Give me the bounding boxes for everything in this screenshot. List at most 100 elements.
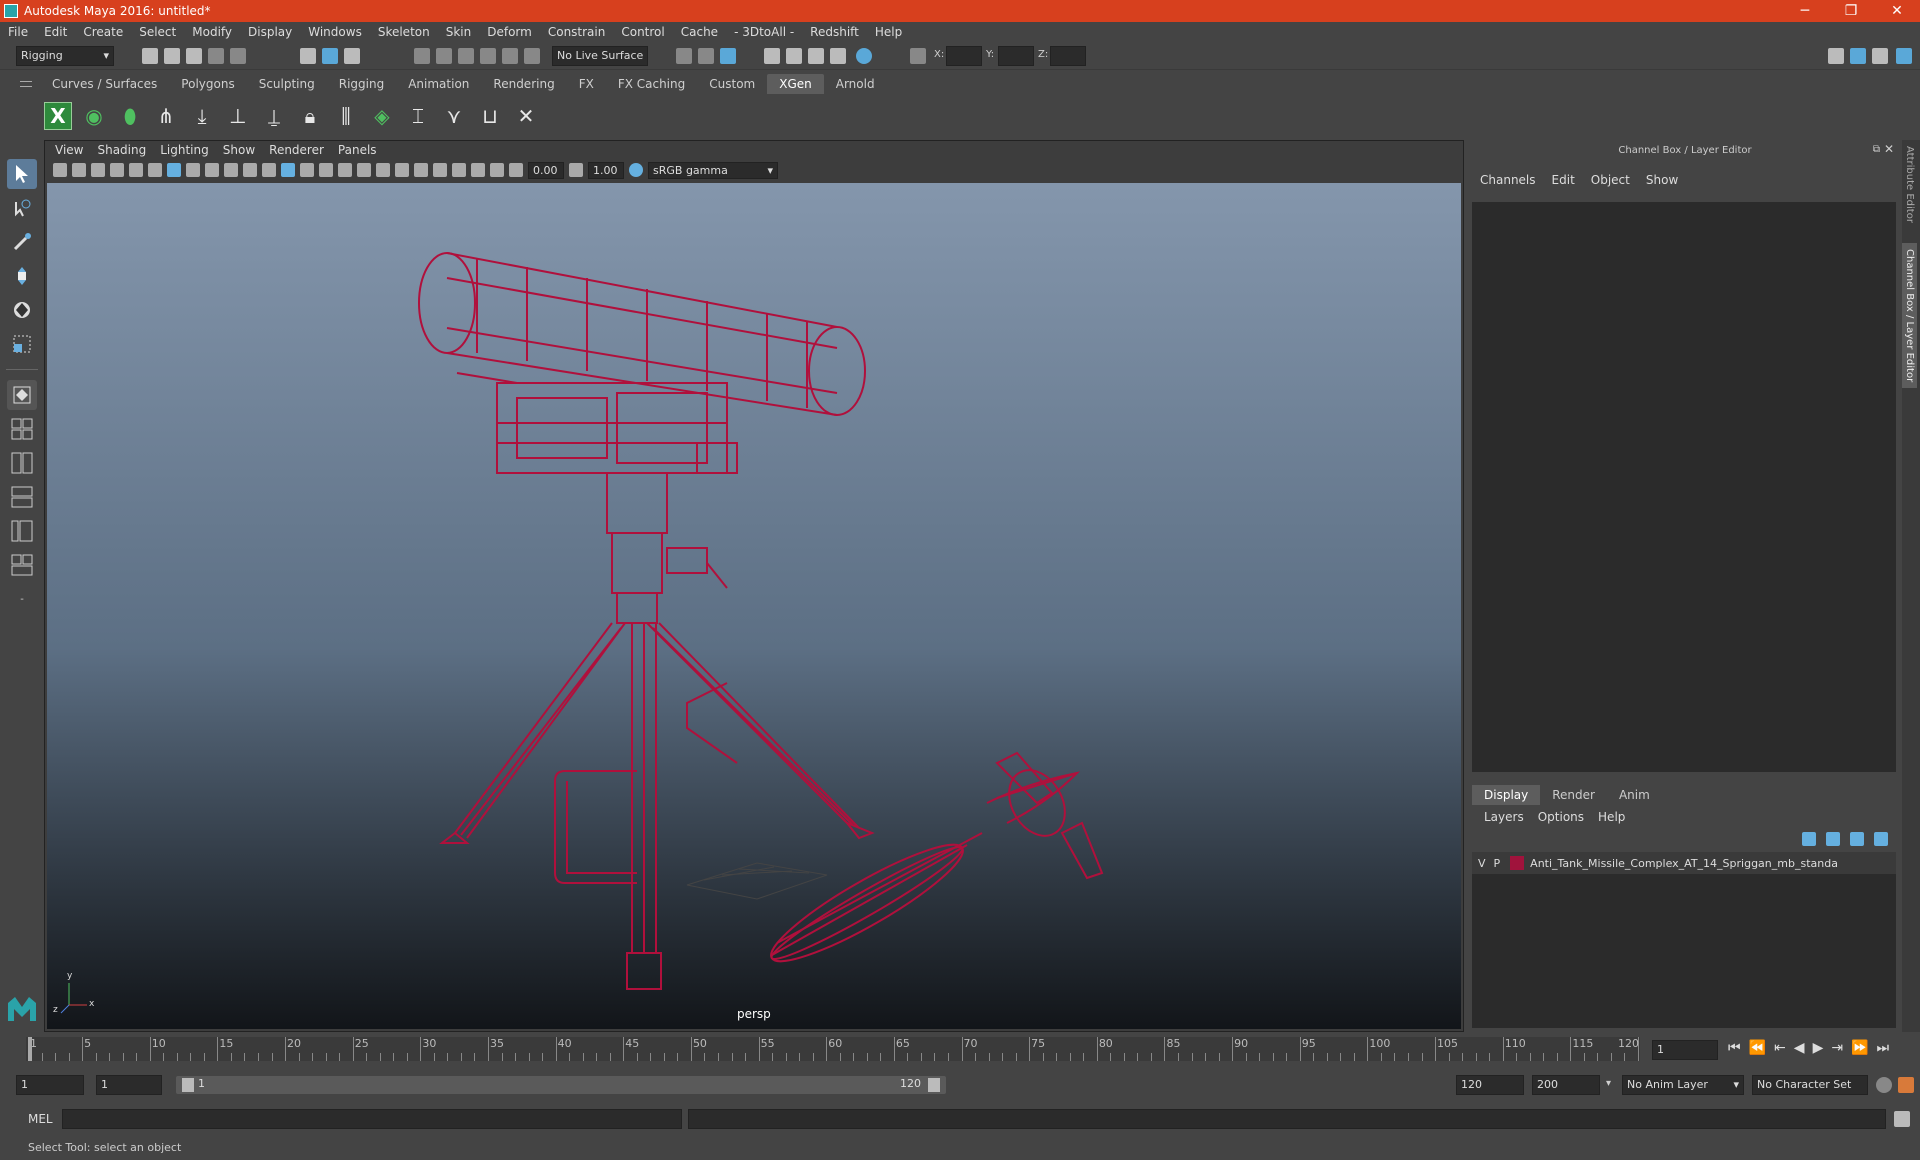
persp-graph-layout-icon[interactable] [7, 482, 37, 512]
xgen-editor-icon[interactable]: X [44, 102, 72, 130]
3d-viewport[interactable]: y x z persp [47, 183, 1461, 1029]
render-settings-icon[interactable] [830, 48, 846, 64]
menu-skeleton[interactable]: Skeleton [378, 25, 430, 39]
toolbox-collapse-icon[interactable]: - [7, 584, 37, 614]
shelf-tab-curves-surfaces[interactable]: Curves / Surfaces [40, 74, 169, 94]
attribute-editor-toggle-icon[interactable] [1850, 48, 1866, 64]
menuset-dropdown[interactable]: Rigging ▾ [16, 46, 114, 66]
tool-settings-icon[interactable] [1872, 48, 1888, 64]
select-object-icon[interactable] [322, 48, 338, 64]
play-forward-icon[interactable]: ▶ [1813, 1040, 1824, 1056]
film-gate-icon[interactable] [186, 163, 200, 177]
interactive-groom-icon[interactable]: ⋔ [152, 102, 180, 130]
exposure-icon[interactable] [509, 163, 523, 177]
save-scene-icon[interactable] [186, 48, 202, 64]
select-component-icon[interactable] [344, 48, 360, 64]
shelf-menu-icon[interactable] [20, 78, 32, 90]
new-empty-layer-icon[interactable] [1850, 832, 1864, 846]
layer-color-swatch[interactable] [1510, 856, 1525, 870]
snap-grid-icon[interactable] [414, 48, 430, 64]
hud-icon[interactable] [490, 163, 504, 177]
exposure-field[interactable]: 0.00 [528, 161, 564, 179]
step-forward-key-icon[interactable]: ⇥ [1831, 1040, 1843, 1056]
layer-row[interactable]: V P Anti_Tank_Missile_Complex_AT_14_Spri… [1472, 852, 1896, 874]
ambient-occlusion-icon[interactable] [433, 163, 447, 177]
groom-select-icon[interactable]: ⍊ [260, 102, 288, 130]
minimize-button[interactable]: ─ [1782, 3, 1828, 19]
textured-icon[interactable] [338, 163, 352, 177]
range-start-handle[interactable] [182, 1078, 194, 1092]
menu-modify[interactable]: Modify [192, 25, 232, 39]
layer-menu-layers[interactable]: Layers [1484, 810, 1524, 824]
single-view-layout-icon[interactable] [7, 380, 37, 410]
range-end-handle[interactable] [928, 1078, 940, 1092]
panel-menu-renderer[interactable]: Renderer [269, 143, 324, 157]
menu-skin[interactable]: Skin [446, 25, 472, 39]
shelf-tab-fx-caching[interactable]: FX Caching [606, 74, 697, 94]
range-slider[interactable]: 1 120 [176, 1076, 946, 1094]
redo-icon[interactable] [230, 48, 246, 64]
four-view-layout-icon[interactable] [7, 414, 37, 444]
camera-attributes-icon[interactable] [72, 163, 86, 177]
hypershade-layout-icon[interactable] [7, 550, 37, 580]
close-panel-icon[interactable]: ✕ [1884, 142, 1894, 156]
grid-icon[interactable] [167, 163, 181, 177]
panel-menu-panels[interactable]: Panels [338, 143, 377, 157]
scale-tool-icon[interactable] [7, 329, 37, 359]
smooth-shade-icon[interactable] [300, 163, 314, 177]
menu-help[interactable]: Help [875, 25, 902, 39]
menu-display[interactable]: Display [248, 25, 292, 39]
rotate-tool-icon[interactable] [7, 295, 37, 325]
paint-select-tool-icon[interactable] [7, 227, 37, 257]
animation-preferences-icon[interactable] [1898, 1077, 1914, 1093]
shadows-icon[interactable] [376, 163, 390, 177]
menu-constrain[interactable]: Constrain [548, 25, 606, 39]
channel-box-toggle-icon[interactable] [1896, 48, 1912, 64]
input-ops-icon[interactable] [676, 48, 692, 64]
snap-magnet-icon[interactable] [524, 48, 540, 64]
character-set-dropdown[interactable]: No Character Set [1752, 1075, 1868, 1095]
snap-curve-icon[interactable] [436, 48, 452, 64]
new-scene-icon[interactable] [142, 48, 158, 64]
attribute-editor-tab[interactable]: Attribute Editor [1902, 140, 1917, 229]
menu-control[interactable]: Control [621, 25, 664, 39]
render-view-icon[interactable] [764, 48, 780, 64]
groom-grab-icon[interactable]: ⋎ [440, 102, 468, 130]
y-coord-field[interactable] [998, 46, 1034, 66]
render-frame-icon[interactable] [786, 48, 802, 64]
shelf-tab-sculpting[interactable]: Sculpting [247, 74, 327, 94]
live-surface-field[interactable]: No Live Surface [552, 46, 648, 66]
camera-select-icon[interactable] [53, 163, 67, 177]
bookmark-icon[interactable] [91, 163, 105, 177]
move-layer-down-icon[interactable] [1826, 832, 1840, 846]
script-editor-icon[interactable] [1894, 1111, 1910, 1127]
snap-point-icon[interactable] [458, 48, 474, 64]
close-button[interactable]: ✕ [1874, 3, 1920, 19]
select-hierarchy-icon[interactable] [300, 48, 316, 64]
chevron-down-icon[interactable]: ▾ [1606, 1078, 1611, 1089]
menu-file[interactable]: File [8, 25, 28, 39]
lasso-tool-icon[interactable] [7, 193, 37, 223]
channel-box-body[interactable] [1472, 202, 1896, 772]
wireframe-on-shaded-icon[interactable] [319, 163, 333, 177]
groom-add-icon[interactable]: ⊥ [224, 102, 252, 130]
restore-button[interactable]: ❐ [1828, 3, 1874, 19]
cb-menu-object[interactable]: Object [1591, 173, 1630, 187]
go-to-end-icon[interactable]: ⏭ [1877, 1040, 1890, 1056]
color-space-dropdown[interactable]: sRGB gamma ▾ [648, 161, 778, 179]
groom-place-icon[interactable]: ⤓ [188, 102, 216, 130]
playback-end-field[interactable]: 120 [1456, 1075, 1524, 1095]
shelf-tab-rigging[interactable]: Rigging [327, 74, 396, 94]
persp-outliner-layout-icon[interactable] [7, 516, 37, 546]
play-backward-icon[interactable]: ◀ [1794, 1040, 1805, 1056]
shelf-tab-custom[interactable]: Custom [697, 74, 767, 94]
2d-pan-zoom-icon[interactable] [129, 163, 143, 177]
xray-joints-icon[interactable] [414, 163, 428, 177]
open-scene-icon[interactable] [164, 48, 180, 64]
step-back-key-icon[interactable]: ⇤ [1774, 1040, 1786, 1056]
groom-lock-icon[interactable]: 🔒︎ [296, 102, 324, 130]
float-panel-icon[interactable]: ⧉ [1873, 144, 1880, 155]
panel-menu-show[interactable]: Show [223, 143, 255, 157]
transform-mode-icon[interactable] [910, 48, 926, 64]
shelf-tab-arnold[interactable]: Arnold [824, 74, 887, 94]
